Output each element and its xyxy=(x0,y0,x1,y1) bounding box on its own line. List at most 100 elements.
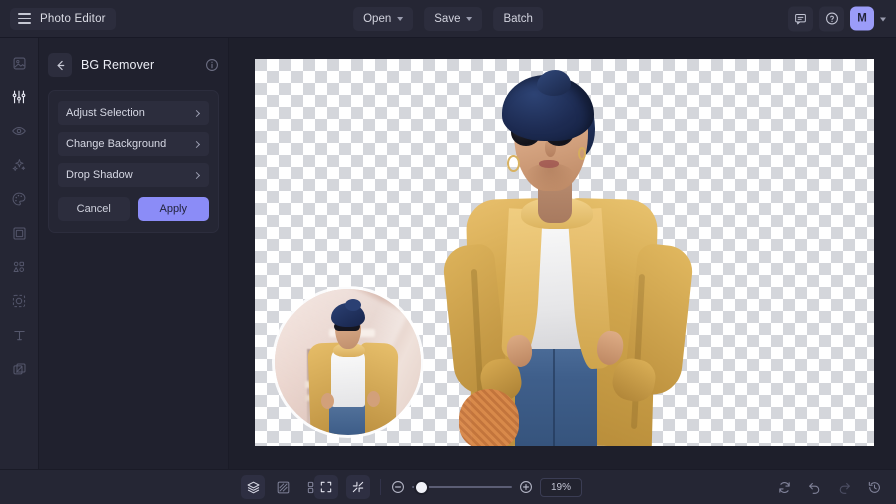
avatar[interactable]: M xyxy=(850,7,874,31)
bg-remover-options-card: Adjust Selection Change Background Drop … xyxy=(48,90,219,233)
transform-icon xyxy=(276,480,291,495)
bottom-left-tools xyxy=(241,475,325,499)
tool-panel: BG Remover Adjust Selection Change Backg… xyxy=(39,38,229,469)
zoom-level-value[interactable]: 19% xyxy=(540,478,582,497)
collapse-icon xyxy=(351,480,365,494)
subject-image[interactable] xyxy=(445,59,765,446)
fit-screen-icon xyxy=(319,480,333,494)
canvas-stage[interactable] xyxy=(229,38,896,469)
comment-button[interactable] xyxy=(788,6,813,31)
app-title: Photo Editor xyxy=(40,13,106,25)
earring-left xyxy=(507,155,520,172)
turban-knot xyxy=(537,70,571,96)
undo-button[interactable] xyxy=(802,475,826,499)
info-circle-icon xyxy=(205,58,219,72)
arrow-left-icon xyxy=(54,59,67,72)
drop-shadow-label: Drop Shadow xyxy=(66,169,133,181)
redo-button[interactable] xyxy=(832,475,856,499)
help-circle-icon xyxy=(825,12,839,26)
palette-icon xyxy=(11,191,27,207)
sidebar-item-text[interactable] xyxy=(6,322,32,348)
change-background-label: Change Background xyxy=(66,138,166,150)
help-button[interactable] xyxy=(819,6,844,31)
zoom-controls: 19% xyxy=(314,475,582,499)
panel-header: BG Remover xyxy=(48,46,219,84)
sparkles-icon xyxy=(11,157,27,173)
zoom-in-button[interactable] xyxy=(519,480,533,494)
redo-icon xyxy=(837,480,852,495)
app-menu-button[interactable]: Photo Editor xyxy=(10,8,116,30)
save-label: Save xyxy=(434,13,460,25)
main-body: BG Remover Adjust Selection Change Backg… xyxy=(0,38,896,469)
zoom-out-icon xyxy=(391,480,405,494)
transform-button[interactable] xyxy=(271,475,295,499)
tool-rail xyxy=(0,38,39,469)
thumbnail-hand-left xyxy=(321,393,334,409)
earring-right xyxy=(578,147,586,160)
thumbnail-subject xyxy=(305,297,397,435)
divider xyxy=(380,479,381,495)
shapes-icon xyxy=(11,259,27,275)
sidebar-item-duplicate[interactable] xyxy=(6,356,32,382)
adjust-selection-row[interactable]: Adjust Selection xyxy=(58,101,209,125)
reset-button[interactable] xyxy=(772,475,796,499)
batch-button[interactable]: Batch xyxy=(493,7,542,31)
info-button[interactable] xyxy=(205,58,219,72)
jeans-seam xyxy=(553,343,555,446)
sidebar-item-shapes[interactable] xyxy=(6,254,32,280)
sliders-icon xyxy=(11,89,27,105)
panel-actions: Cancel Apply xyxy=(58,197,209,221)
chevron-right-icon xyxy=(193,109,200,116)
top-center-actions: Open Save Batch xyxy=(353,7,543,31)
account-chevron-down-icon[interactable] xyxy=(880,17,886,21)
chevron-down-icon xyxy=(466,17,472,21)
apply-button[interactable]: Apply xyxy=(138,197,210,221)
eye-icon xyxy=(11,123,27,139)
top-right-actions: M xyxy=(788,6,886,31)
zoom-slider-handle[interactable] xyxy=(414,480,429,495)
sidebar-item-frame[interactable] xyxy=(6,220,32,246)
zoom-out-button[interactable] xyxy=(391,480,405,494)
sidebar-item-effects[interactable] xyxy=(6,152,32,178)
sidebar-item-adjust[interactable] xyxy=(6,84,32,110)
page-title: BG Remover xyxy=(81,58,205,72)
zoom-slider-group: 19% xyxy=(391,478,582,497)
chevron-right-icon xyxy=(193,171,200,178)
open-label: Open xyxy=(363,13,391,25)
bottom-bar: 19% xyxy=(0,469,896,504)
sidebar-item-retouch[interactable] xyxy=(6,118,32,144)
layers-icon xyxy=(246,480,261,495)
change-background-row[interactable]: Change Background xyxy=(58,132,209,156)
woven-bag xyxy=(459,389,519,446)
fit-screen-button[interactable] xyxy=(314,475,338,499)
layers-button[interactable] xyxy=(241,475,265,499)
hamburger-icon xyxy=(18,13,31,24)
lips xyxy=(539,160,559,168)
cutout-icon xyxy=(11,293,27,309)
app-window: Photo Editor Open Save Batch xyxy=(0,0,896,504)
text-icon xyxy=(12,328,27,343)
drop-shadow-row[interactable]: Drop Shadow xyxy=(58,163,209,187)
history-icon xyxy=(867,480,882,495)
layers-copy-icon xyxy=(12,362,27,377)
canvas[interactable] xyxy=(255,59,874,446)
thumbnail-turban-knot xyxy=(345,299,361,311)
cancel-button[interactable]: Cancel xyxy=(58,197,130,221)
back-button[interactable] xyxy=(48,53,72,77)
history-button[interactable] xyxy=(862,475,886,499)
save-button[interactable]: Save xyxy=(424,7,482,31)
undo-icon xyxy=(807,480,822,495)
sidebar-item-cutout[interactable] xyxy=(6,288,32,314)
bottom-right-tools xyxy=(772,475,886,499)
sidebar-item-image[interactable] xyxy=(6,50,32,76)
chevron-right-icon xyxy=(193,140,200,147)
sidebar-item-color[interactable] xyxy=(6,186,32,212)
adjust-selection-label: Adjust Selection xyxy=(66,107,145,119)
actual-size-button[interactable] xyxy=(346,475,370,499)
comment-icon xyxy=(794,12,807,25)
top-bar: Photo Editor Open Save Batch xyxy=(0,0,896,38)
zoom-slider[interactable] xyxy=(412,481,512,493)
open-button[interactable]: Open xyxy=(353,7,413,31)
frame-icon xyxy=(12,226,27,241)
original-thumbnail[interactable] xyxy=(275,289,421,435)
